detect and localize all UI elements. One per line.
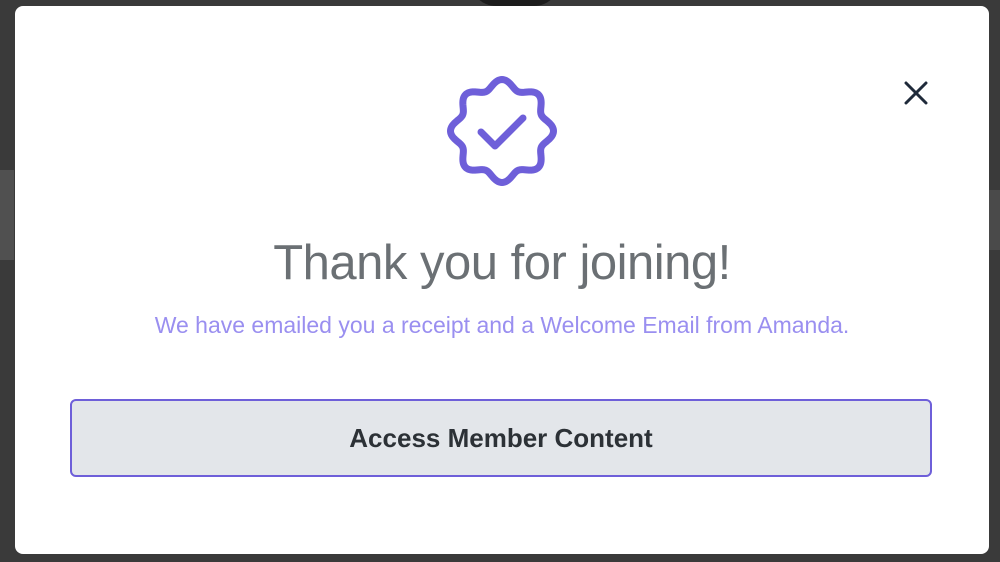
modal-message: We have emailed you a receipt and a Welc… <box>154 312 850 338</box>
backdrop-shape <box>988 190 1000 250</box>
close-button[interactable] <box>901 78 931 108</box>
verified-badge-icon <box>447 76 557 186</box>
modal-title: Thank you for joining! <box>273 236 731 290</box>
access-member-content-button[interactable]: Access Member Content <box>70 399 932 477</box>
close-icon <box>904 81 928 105</box>
backdrop-shape <box>0 170 14 260</box>
confirmation-modal: Thank you for joining! We have emailed y… <box>15 6 989 554</box>
